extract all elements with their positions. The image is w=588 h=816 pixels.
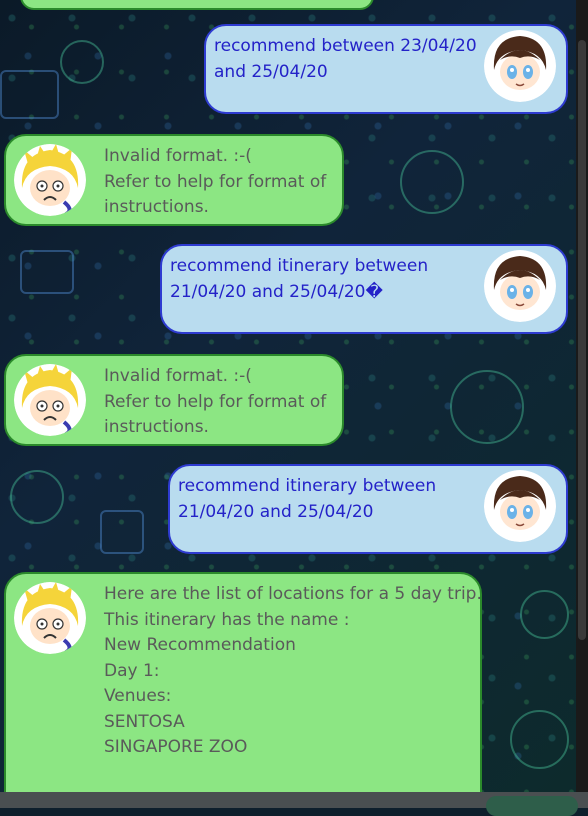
scrollbar-thumb[interactable] <box>578 40 586 640</box>
chat-scrollbar[interactable] <box>576 0 588 792</box>
blonde-bot-avatar-icon <box>14 582 86 654</box>
background-doodle-icon <box>0 70 59 119</box>
message-text: Refer to help for format of <box>104 391 327 412</box>
message-text: SENTOSA <box>104 711 185 732</box>
message-text: Day 1: <box>104 660 160 681</box>
background-doodle-icon <box>20 250 74 294</box>
message-text: Here are the list of locations for a 5 d… <box>104 584 482 604</box>
background-doodle-icon <box>400 150 464 214</box>
message-text: Invalid format. :-( <box>104 366 252 386</box>
message-text: New Recommendation <box>104 635 296 655</box>
background-doodle-icon <box>510 710 569 769</box>
message-text: This itinerary has the name : <box>104 609 350 630</box>
blonde-bot-avatar-icon <box>14 364 86 436</box>
dark-haired-user-avatar-icon <box>484 250 556 322</box>
previous-bot-bubble <box>20 0 374 10</box>
message-text: instructions. <box>104 197 209 217</box>
blonde-bot-avatar-icon <box>14 144 86 216</box>
dark-haired-user-avatar-icon <box>484 30 556 102</box>
send-button[interactable] <box>486 796 578 816</box>
background-doodle-icon <box>520 590 569 639</box>
message-text: Refer to help for format of <box>104 171 327 192</box>
message-text: Venues: <box>104 686 172 706</box>
background-doodle-icon <box>100 510 144 554</box>
message-text: SINGAPORE ZOO <box>104 737 248 757</box>
message-text: instructions. <box>104 417 209 437</box>
background-doodle-icon <box>60 40 104 84</box>
background-doodle-icon <box>10 470 64 524</box>
dark-haired-user-avatar-icon <box>484 470 556 542</box>
message-text: Invalid format. :-( <box>104 146 252 166</box>
chat-panel[interactable]: recommend between 23/04/20 and 25/04/20 … <box>0 0 576 792</box>
background-doodle-icon <box>450 370 524 444</box>
